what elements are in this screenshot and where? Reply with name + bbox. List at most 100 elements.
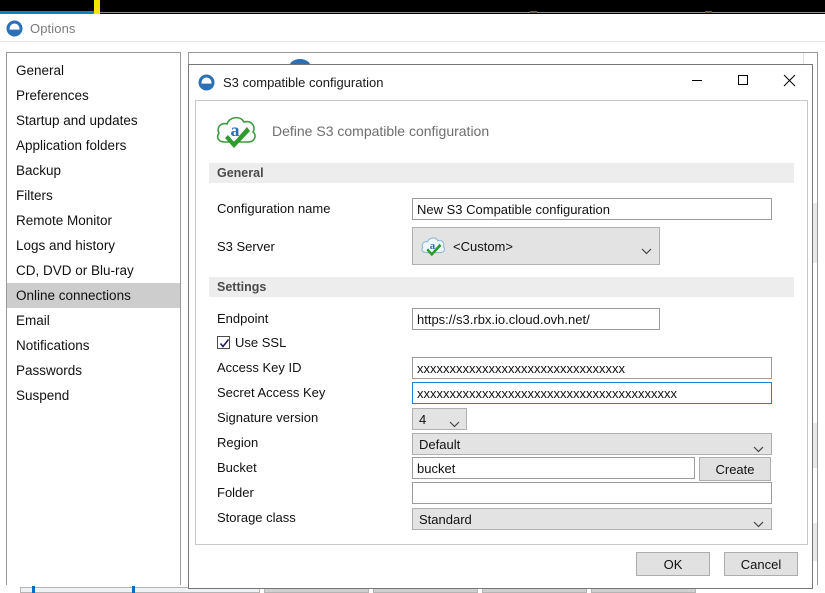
- endpoint-input[interactable]: [412, 308, 660, 330]
- access-key-id-input[interactable]: [412, 357, 772, 379]
- sidebar-item-label: CD, DVD or Blu-ray: [16, 263, 134, 278]
- sidebar-item-logs-and-history[interactable]: Logs and history: [7, 233, 180, 258]
- sidebar-item-email[interactable]: Email: [7, 308, 180, 333]
- sidebar-item-remote-monitor[interactable]: Remote Monitor: [7, 208, 180, 233]
- s3-cloud-icon: a: [214, 111, 258, 151]
- field-s3-server: S3 Server a <Custom>: [209, 225, 794, 269]
- dialog-title: S3 compatible configuration: [223, 75, 384, 90]
- field-use-ssl: Use SSL: [209, 333, 794, 356]
- s3-server-value: <Custom>: [453, 238, 513, 254]
- chevron-down-icon: [449, 416, 460, 431]
- sidebar-item-filters[interactable]: Filters: [7, 183, 180, 208]
- configuration-name-input[interactable]: [412, 198, 772, 220]
- sidebar-item-label: Application folders: [16, 138, 127, 153]
- region-select[interactable]: Default: [412, 433, 772, 455]
- signature-version-value: 4: [419, 411, 427, 427]
- maximize-button[interactable]: [720, 65, 766, 95]
- folder-label: Folder: [217, 485, 254, 500]
- sidebar-item-general[interactable]: General: [7, 58, 180, 83]
- options-titlebar: [0, 14, 825, 42]
- field-signature-version: Signature version 4: [209, 406, 794, 431]
- ashampoo-logo-icon: [198, 74, 215, 91]
- screen: Options General Preferences Startup and …: [0, 0, 825, 593]
- sidebar-item-online-connections[interactable]: Online connections: [7, 283, 180, 308]
- sidebar-item-label: Startup and updates: [16, 113, 138, 128]
- sidebar-item-label: Email: [16, 313, 50, 328]
- field-storage-class: Storage class Standard: [209, 506, 794, 531]
- field-access-key-id: Access Key ID: [209, 356, 794, 381]
- sidebar-item-label: Remote Monitor: [16, 213, 113, 228]
- field-bucket: Bucket Create: [209, 456, 794, 481]
- section-header-settings: Settings: [209, 277, 794, 297]
- field-folder: Folder: [209, 481, 794, 506]
- create-bucket-button[interactable]: Create: [699, 457, 771, 481]
- ashampoo-logo-icon: [6, 20, 23, 37]
- dialog-header: a Define S3 compatible configuration: [196, 101, 807, 163]
- band-hairline: [100, 12, 825, 13]
- ok-button[interactable]: OK: [636, 552, 710, 576]
- sidebar-item-suspend[interactable]: Suspend: [7, 383, 180, 408]
- storage-class-label: Storage class: [217, 510, 296, 525]
- section-header-general: General: [209, 163, 794, 183]
- minimize-icon: [691, 74, 703, 86]
- field-region: Region Default: [209, 431, 794, 456]
- bucket-label: Bucket: [217, 460, 257, 475]
- chevron-down-icon: [641, 243, 652, 258]
- sidebar-item-passwords[interactable]: Passwords: [7, 358, 180, 383]
- field-endpoint: Endpoint: [209, 307, 794, 333]
- close-button[interactable]: [766, 65, 812, 95]
- sidebar-item-notifications[interactable]: Notifications: [7, 333, 180, 358]
- background-button-accent: [132, 586, 135, 593]
- maximize-icon: [737, 74, 749, 86]
- storage-class-select[interactable]: Standard: [412, 508, 772, 530]
- use-ssl-label: Use SSL: [235, 335, 287, 350]
- field-secret-access-key: Secret Access Key: [209, 381, 794, 406]
- s3-configuration-dialog: S3 compatible configuration a Define S3 …: [188, 64, 813, 589]
- field-configuration-name: Configuration name: [209, 195, 794, 225]
- dialog-header-text: Define S3 compatible configuration: [272, 123, 490, 139]
- sidebar-item-startup-and-updates[interactable]: Startup and updates: [7, 108, 180, 133]
- folder-input[interactable]: [412, 482, 772, 504]
- storage-class-value: Standard: [419, 511, 472, 527]
- s3-server-select[interactable]: a <Custom>: [412, 227, 660, 265]
- svg-text:a: a: [231, 120, 240, 140]
- configuration-name-label: Configuration name: [217, 201, 331, 216]
- options-sidebar: General Preferences Startup and updates …: [6, 52, 181, 585]
- s3-server-label: S3 Server: [217, 239, 275, 254]
- band-tick: [530, 11, 537, 13]
- close-icon: [783, 74, 796, 87]
- sidebar-item-application-folders[interactable]: Application folders: [7, 133, 180, 158]
- sidebar-item-label: Preferences: [16, 88, 89, 103]
- cancel-button[interactable]: Cancel: [724, 552, 798, 576]
- minimize-button[interactable]: [674, 65, 720, 95]
- signature-version-label: Signature version: [217, 410, 319, 425]
- sidebar-item-label: Suspend: [16, 388, 70, 403]
- sidebar-item-label: Backup: [16, 163, 62, 178]
- sidebar-item-label: Filters: [16, 188, 53, 203]
- background-button-accent: [32, 586, 35, 593]
- endpoint-label: Endpoint: [217, 311, 269, 326]
- dialog-titlebar[interactable]: S3 compatible configuration: [189, 65, 812, 100]
- sidebar-item-preferences[interactable]: Preferences: [7, 83, 180, 108]
- sidebar-item-cd-dvd-or-bluray[interactable]: CD, DVD or Blu-ray: [7, 258, 180, 283]
- options-window-title: Options: [30, 21, 76, 36]
- sidebar-item-label: Notifications: [16, 338, 90, 353]
- sidebar-item-label: Online connections: [16, 288, 131, 303]
- bucket-input[interactable]: [412, 457, 695, 479]
- sidebar-item-label: Logs and history: [16, 238, 116, 253]
- use-ssl-checkbox[interactable]: [217, 336, 230, 349]
- sidebar-item-backup[interactable]: Backup: [7, 158, 180, 183]
- region-value: Default: [419, 436, 461, 452]
- band-tick: [705, 11, 712, 13]
- chevron-down-icon: [753, 441, 764, 456]
- s3-cloud-icon: a: [419, 234, 447, 258]
- sidebar-item-label: General: [16, 63, 65, 78]
- checkmark-icon: [219, 339, 230, 348]
- secret-access-key-label: Secret Access Key: [217, 385, 326, 400]
- secret-access-key-input[interactable]: [412, 382, 772, 404]
- window-controls: [674, 65, 812, 100]
- top-progress-band: [0, 0, 825, 14]
- dialog-footer: OK Cancel: [189, 544, 812, 588]
- signature-version-select[interactable]: 4: [412, 408, 467, 430]
- chevron-down-icon: [753, 516, 764, 531]
